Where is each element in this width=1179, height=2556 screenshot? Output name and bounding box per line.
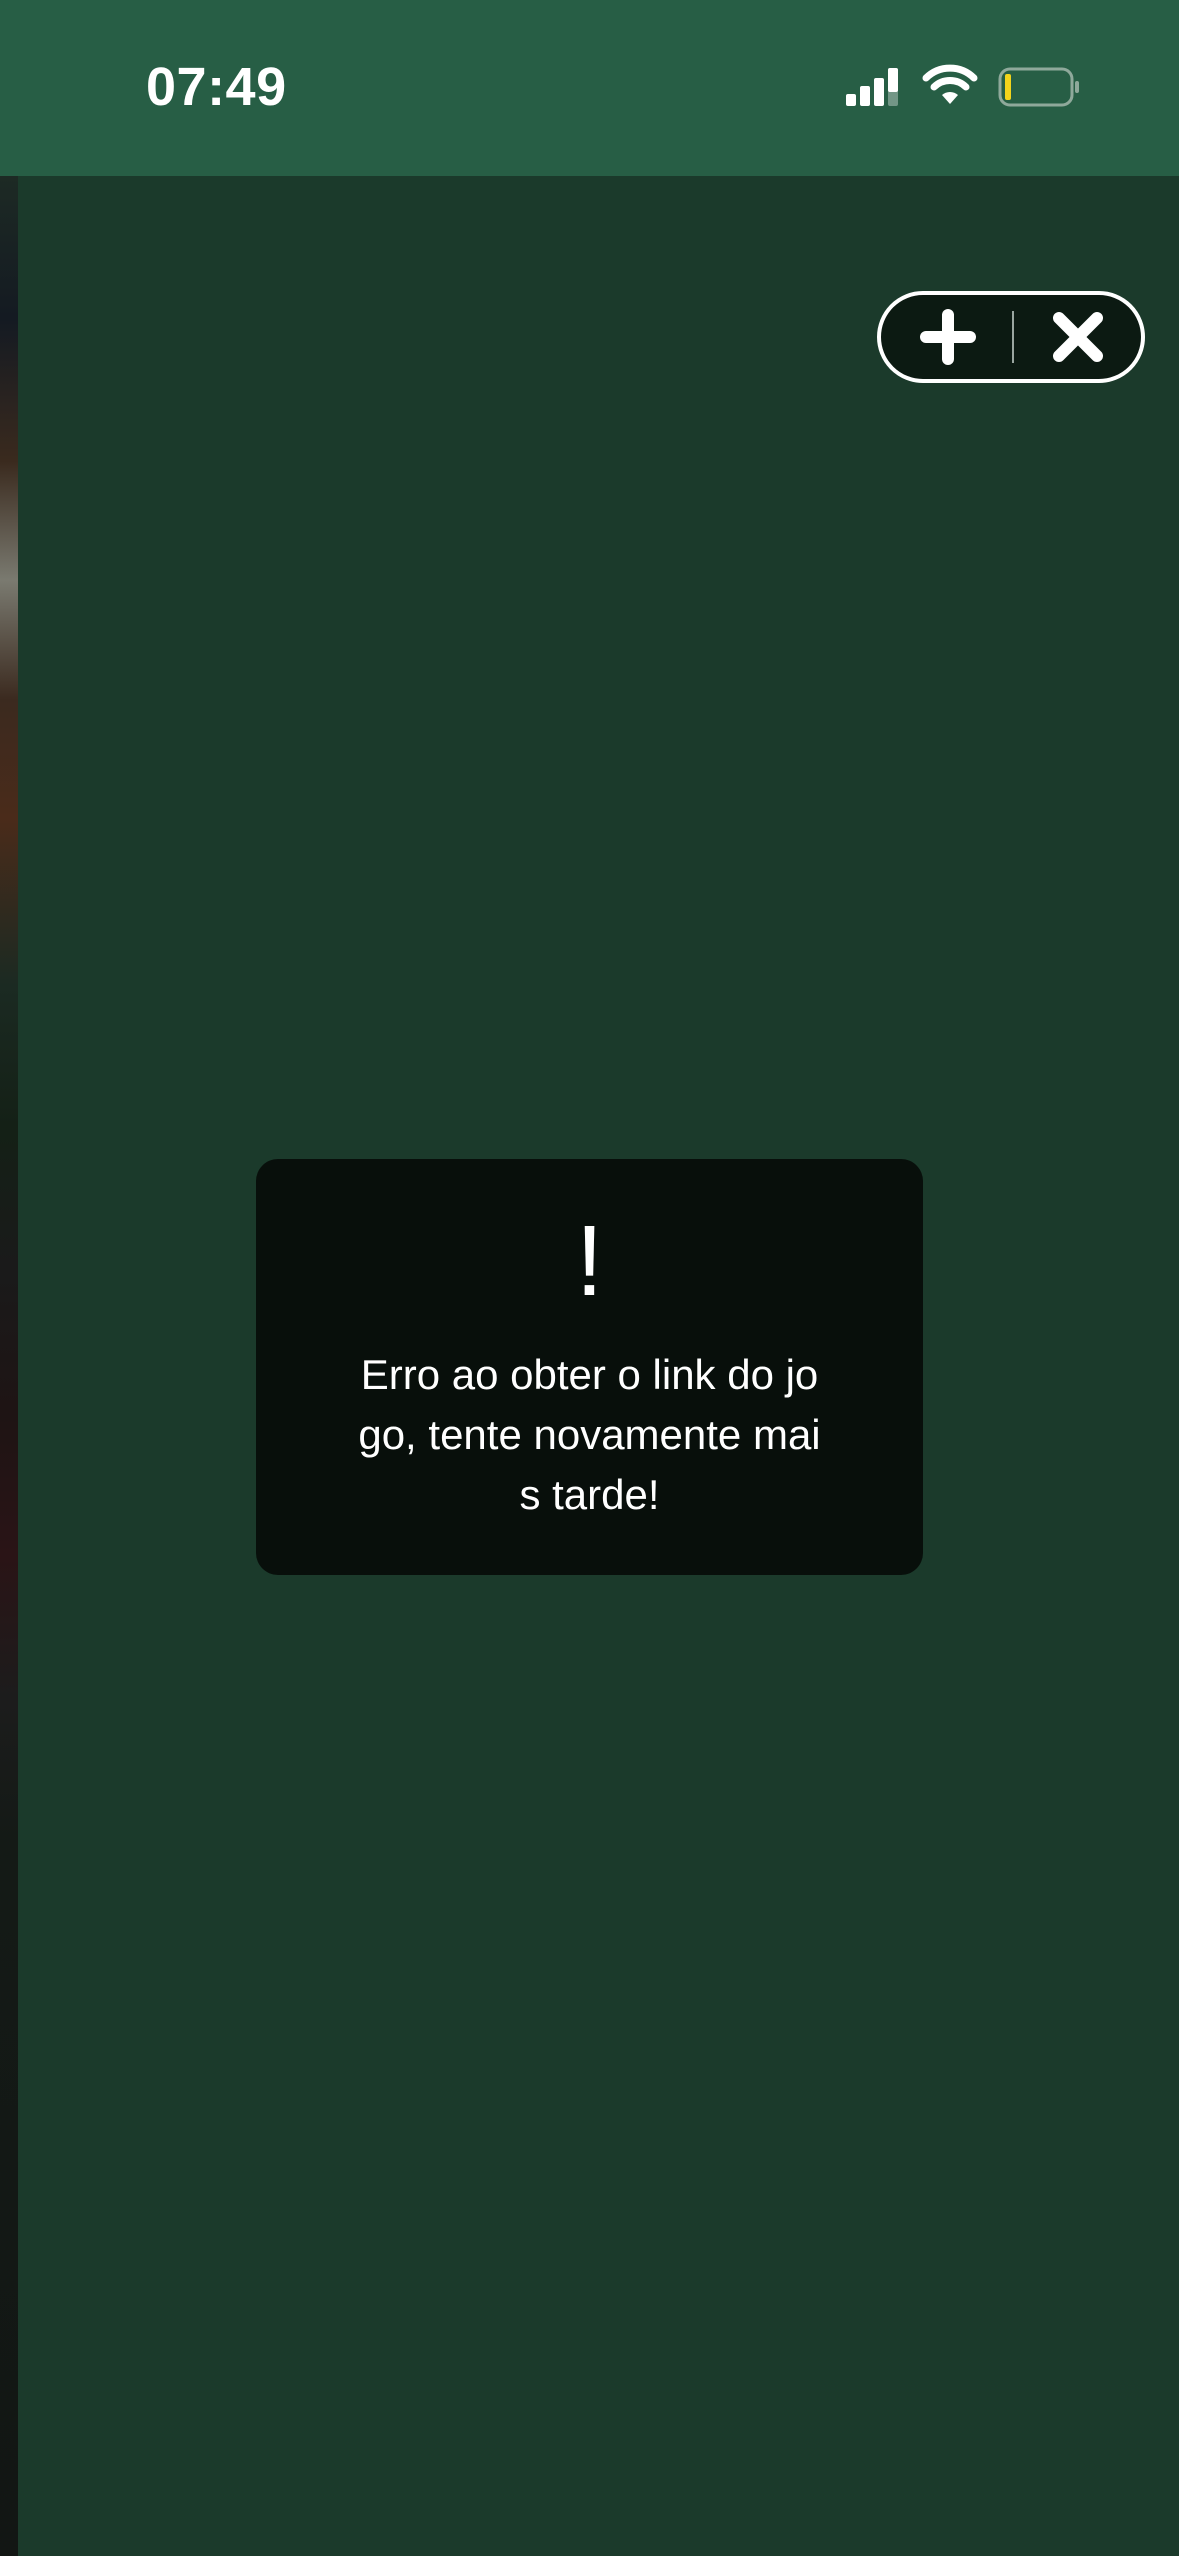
status-bar: 07:49 xyxy=(0,0,1179,176)
wifi-icon xyxy=(922,64,978,104)
error-message: Erro ao obter o link do jo go, tente nov… xyxy=(358,1351,821,1518)
background-app-edge xyxy=(0,176,18,2556)
mini-program-capsule xyxy=(877,291,1145,383)
status-time: 07:49 xyxy=(146,57,287,117)
close-icon xyxy=(1053,312,1103,362)
battery-low-icon xyxy=(998,67,1079,107)
plus-icon xyxy=(920,309,976,365)
exclamation-icon: ! xyxy=(575,1205,604,1317)
error-toast: ! Erro ao obter o link do jo go, tente n… xyxy=(256,1159,923,1575)
close-button[interactable] xyxy=(1011,295,1145,379)
signal-strength-icon xyxy=(846,68,898,106)
add-button[interactable] xyxy=(881,295,1015,379)
